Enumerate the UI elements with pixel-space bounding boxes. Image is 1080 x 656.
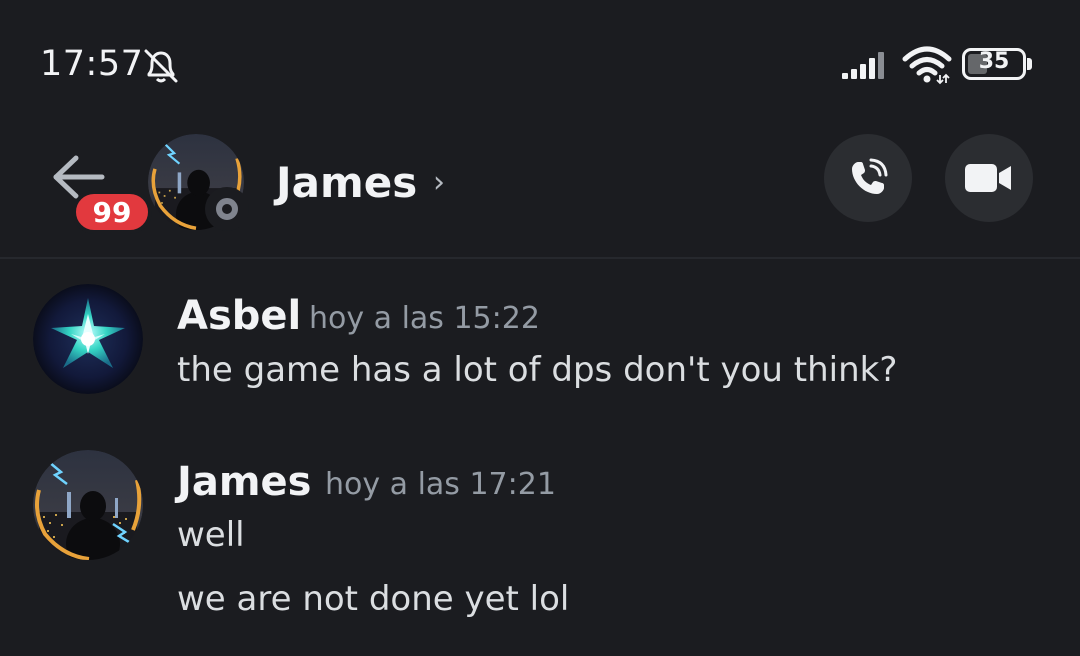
bell-off-icon (144, 49, 178, 83)
battery-icon: 35 (962, 48, 1026, 80)
header-divider (0, 257, 1080, 259)
message-author[interactable]: Asbel (177, 293, 301, 339)
message-timestamp: hoy a las 17:21 (325, 467, 556, 502)
chevron-right-icon[interactable]: › (433, 165, 445, 200)
phone-call-icon (852, 158, 888, 194)
message-author[interactable]: James (177, 459, 312, 505)
voice-call-button[interactable] (824, 134, 912, 222)
message-text[interactable]: well (177, 515, 245, 555)
author-avatar-james[interactable] (33, 450, 143, 560)
unread-badge: 99 (72, 190, 152, 234)
message-text[interactable]: the game has a lot of dps don't you thin… (177, 350, 897, 390)
video-camera-icon (965, 164, 1011, 192)
author-avatar-asbel[interactable] (33, 284, 143, 394)
wifi-icon (902, 46, 952, 85)
video-call-button[interactable] (945, 134, 1033, 222)
status-time: 17:57 (40, 44, 144, 84)
message-timestamp: hoy a las 15:22 (309, 301, 540, 336)
message-text[interactable]: we are not done yet lol (177, 579, 569, 619)
battery-level: 35 (978, 49, 1010, 74)
presence-status-icon (205, 187, 249, 231)
battery-nub (1027, 58, 1032, 70)
signal-icon (842, 52, 884, 79)
contact-name[interactable]: James (276, 158, 417, 207)
